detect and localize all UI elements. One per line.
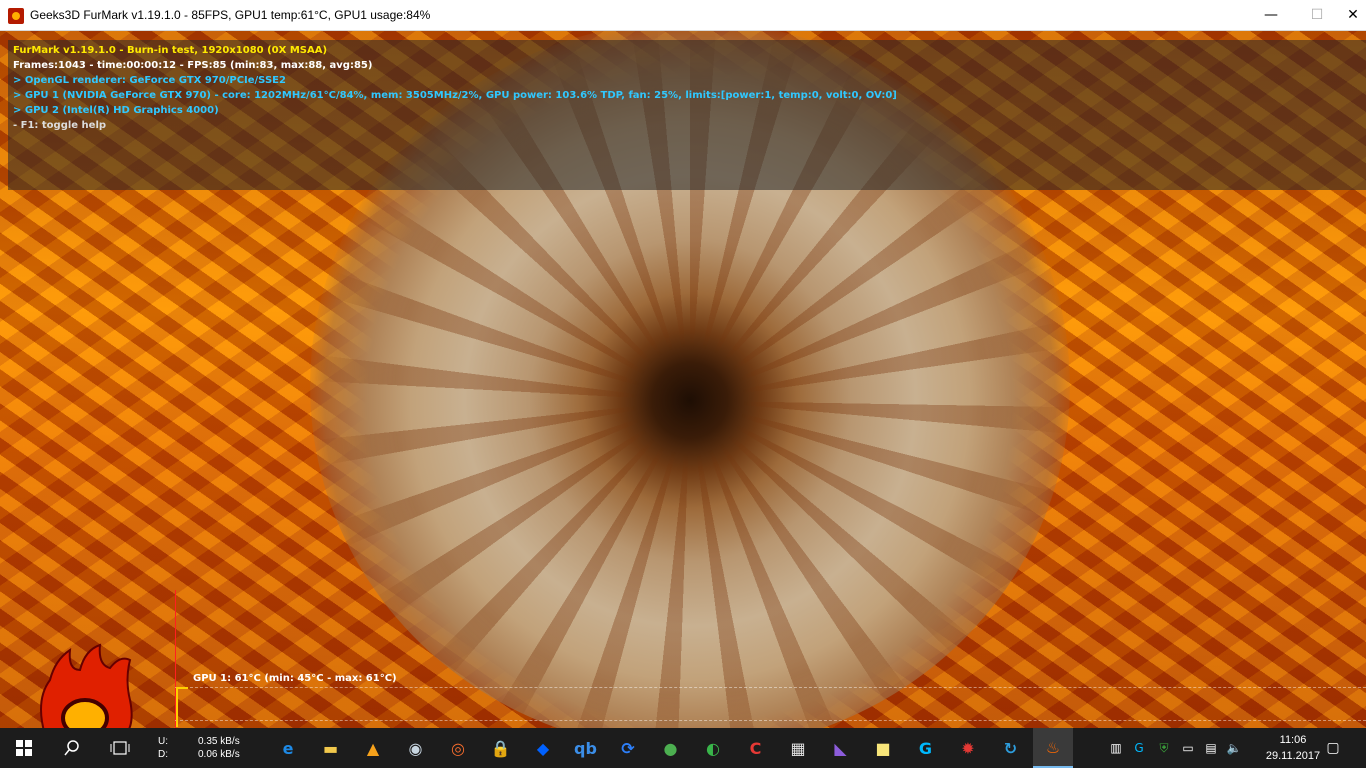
logitech-tray-icon[interactable]: G xyxy=(1130,739,1148,757)
title-bar: Geeks3D FurMark v1.19.1.0 - 85FPS, GPU1 … xyxy=(0,0,1366,31)
windows-logo-icon[interactable] xyxy=(4,728,44,768)
bug-icon[interactable]: ✹ xyxy=(948,728,988,768)
vpn-lock-icon[interactable]: 🔒 xyxy=(481,728,521,768)
taskbar: U: D: 0.35 kB/s 0.06 kB/s e ▬ ▲ ◉ ◎ 🔒 ◆ qb ⟳ ● ◐ C ▦… xyxy=(0,728,1366,768)
update-icon[interactable]: ↻ xyxy=(991,728,1031,768)
maximize-button[interactable]: ☐ xyxy=(1294,0,1340,31)
battery-icon[interactable]: ▭ xyxy=(1179,739,1197,757)
security-shield-icon[interactable]: ⛨ xyxy=(1155,739,1173,757)
osd-title-line: FurMark v1.19.1.0 - Burn-in test, 1920x1… xyxy=(13,45,328,56)
minimize-button[interactable]: — xyxy=(1248,0,1294,31)
storage-tray-icon[interactable]: ▥ xyxy=(1107,739,1125,757)
temperature-trace xyxy=(176,687,188,727)
clock-time: 11:06 xyxy=(1279,734,1307,746)
net-labels: U: D: xyxy=(158,735,168,761)
net-upload-speed: 0.35 kB/s xyxy=(198,736,240,747)
action-center-icon[interactable]: ▢ xyxy=(1324,739,1342,757)
osd-help-line: - F1: toggle help xyxy=(13,120,107,131)
edge-icon[interactable]: e xyxy=(268,728,308,768)
graph-min-line xyxy=(175,720,1366,721)
qbittorrent-icon[interactable]: qb xyxy=(566,728,606,768)
graph-max-line xyxy=(175,687,1366,688)
avast-icon[interactable]: ▲ xyxy=(353,728,393,768)
sticky-notes-icon[interactable]: ■ xyxy=(863,728,903,768)
steam-icon[interactable]: ◉ xyxy=(396,728,436,768)
clock-date: 29.11.2017 xyxy=(1265,750,1321,762)
search-icon[interactable] xyxy=(52,728,92,768)
origin-icon[interactable]: ◎ xyxy=(438,728,478,768)
net-download-speed: 0.06 kB/s xyxy=(198,749,240,760)
osd-renderer-line: > OpenGL renderer: GeForce GTX 970/PCIe/… xyxy=(13,75,286,86)
close-button[interactable]: ✕ xyxy=(1340,0,1366,31)
task-view-icon[interactable] xyxy=(100,728,140,768)
osd-stats-line: Frames:1043 - time:00:00:12 - FPS:85 (mi… xyxy=(13,60,373,71)
graph-label: GPU 1: 61°C (min: 45°C - max: 61°C) xyxy=(193,673,397,684)
temperature-graph: GPU 1: 61°C (min: 45°C - max: 61°C) xyxy=(175,590,1366,728)
calculator-icon[interactable]: ▦ xyxy=(778,728,818,768)
osd-gpu2-line: > GPU 2 (Intel(R) HD Graphics 4000) xyxy=(13,105,219,116)
volume-icon[interactable]: 🔈 xyxy=(1225,739,1243,757)
furmark-app-icon[interactable] xyxy=(8,8,24,24)
logitech-g-icon[interactable]: G xyxy=(906,728,946,768)
dropbox-icon[interactable]: ◆ xyxy=(523,728,563,768)
net-speed-meter: 0.35 kB/s 0.06 kB/s xyxy=(198,735,240,761)
file-explorer-icon[interactable]: ▬ xyxy=(311,728,351,768)
furmark-logo-icon xyxy=(40,643,133,738)
ccleaner-icon[interactable]: C xyxy=(736,728,776,768)
net-upload-label: U: xyxy=(158,736,168,747)
net-download-label: D: xyxy=(158,749,168,760)
web-globe-icon[interactable]: ◐ xyxy=(693,728,733,768)
system-clock[interactable]: 11:06 29.11.2017 xyxy=(1263,732,1323,764)
furmark-icon[interactable]: ♨ xyxy=(1033,728,1073,768)
chrome-icon[interactable]: ● xyxy=(651,728,691,768)
network-icon[interactable]: ▤ xyxy=(1202,739,1220,757)
window-title: Geeks3D FurMark v1.19.1.0 - 85FPS, GPU1 … xyxy=(30,8,431,22)
visual-studio-icon[interactable]: ◣ xyxy=(821,728,861,768)
osd-gpu1-line: > GPU 1 (NVIDIA GeForce GTX 970) - core:… xyxy=(13,90,897,101)
osd-info-panel: FurMark v1.19.1.0 - Burn-in test, 1920x1… xyxy=(8,40,1366,190)
sync-icon[interactable]: ⟳ xyxy=(608,728,648,768)
